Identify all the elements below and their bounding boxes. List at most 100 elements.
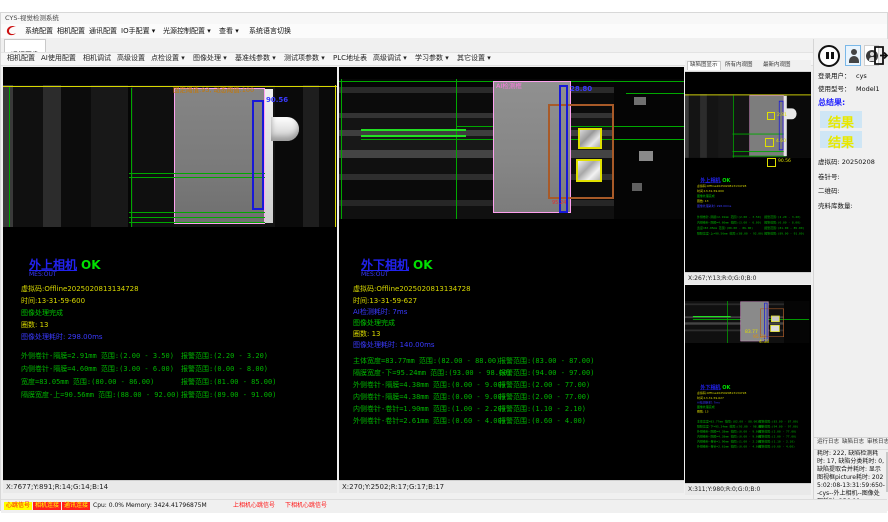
measure-line — [129, 173, 269, 174]
tool-camera-config[interactable]: 相机配置 — [7, 55, 35, 62]
log-tab-run[interactable]: 运行日志 — [817, 440, 839, 446]
roi-yellow-rect — [770, 325, 779, 332]
texture-strip — [133, 85, 174, 227]
app-logo-icon — [5, 25, 19, 37]
left-camera-image[interactable]: 固定阈值:93, 动态阈值:100 90.56 — [3, 85, 337, 227]
alarm-range: 报警范围:(94.00 - 97.00) — [499, 370, 594, 377]
guide-line-vertical — [733, 95, 734, 158]
alarm-range: 报警范围:(1.10 - 2.10) — [499, 406, 586, 413]
right-camera-image[interactable]: AI检测框 28.80 95.24 — [339, 79, 684, 219]
status-ok: OK — [81, 259, 101, 271]
mini-bottom-panel[interactable]: 83.77 95.24 4.38 外下相机 OK 虚拟码:Offline2025… — [685, 285, 811, 483]
roi-blue-rect — [559, 85, 568, 213]
menu-camera-config[interactable]: 相机配置 — [57, 28, 85, 35]
login-user-label: 登录用户： — [818, 73, 851, 80]
tool-ai-config[interactable]: AI使用配置 — [41, 55, 76, 62]
done-line: 图像处理完成 — [353, 320, 395, 327]
tab-run-image[interactable]: 运行图像 — [4, 39, 46, 52]
measure-line — [129, 177, 269, 178]
menu-light-config[interactable]: 光源控制配置 ▾ — [163, 28, 211, 35]
defect-label: 4.60 — [776, 140, 786, 145]
screen: CYS-视觉检测系统 系统配置 相机配置 通讯配置 IO手配置 ▾ 光源控制配置… — [0, 0, 888, 522]
metal-blob — [632, 183, 642, 191]
tool-test-params[interactable]: 测试项参数 ▾ — [284, 55, 325, 62]
tab-latest-inner-images[interactable]: 最新内观图 — [763, 63, 791, 69]
menu-io-config[interactable]: IO手配置 ▾ — [121, 28, 155, 35]
menu-system-config[interactable]: 系统配置 — [25, 28, 53, 35]
baseline-yellow-right — [335, 85, 336, 227]
tool-learn-params[interactable]: 学习参数 ▾ — [415, 55, 449, 62]
metal-blob — [639, 151, 653, 161]
tab-all-inner-images[interactable]: 所有内观图 — [725, 63, 753, 69]
defect-label: 4.38 — [759, 341, 769, 346]
menu-comm-config[interactable]: 通讯配置 — [89, 28, 117, 35]
mini-top-panel[interactable]: 2.91 4.60 90.56 外上相机 OK 虚拟码:Offline20250… — [685, 72, 811, 272]
guide-line-vertical — [9, 87, 10, 227]
defect-box — [767, 112, 775, 120]
exit-button[interactable] — [873, 45, 888, 66]
tool-camera-debug[interactable]: 相机调试 — [83, 55, 111, 62]
defect-label: 2.91 — [777, 114, 787, 119]
defect-box — [765, 138, 774, 147]
pixel-coords: X:270;Y:2502;R:17;G:17;B:17 — [342, 483, 444, 491]
measurement-row: 宽度=83.05mm 范围:(80.00 - 86.00) — [21, 379, 154, 386]
menu-view[interactable]: 查看 ▾ — [219, 28, 239, 35]
tool-baseline-params[interactable]: 基准线参数 ▾ — [235, 55, 276, 62]
connector-tab — [271, 117, 299, 141]
tool-spot-check[interactable]: 点检设置 ▾ — [151, 55, 185, 62]
window-title: CYS-视觉检测系统 — [5, 15, 59, 22]
ai-frame-label: AI检测框 — [496, 83, 522, 90]
measurement-row: 外侧卷针-隔膜=2.91mm 范围:(2.00 - 3.50) — [21, 353, 174, 360]
guide-line-vertical — [727, 301, 728, 343]
measurement-row: 内侧卷针-隔膜=4.38mm 范围:(0.00 - 9.00) — [353, 394, 506, 401]
measure-line — [129, 217, 271, 218]
lower-camera-heartbeat: 下相机心跳信号 — [285, 503, 327, 509]
tool-advanced-debug[interactable]: 高级调试 ▾ — [373, 55, 407, 62]
exit-door-icon — [873, 45, 888, 66]
baseline-green-right — [626, 93, 684, 94]
mini-bottom-coord-bar: X:311;Y:980;R:0;G:0;B:0 — [685, 483, 811, 495]
texture-strip — [43, 85, 61, 227]
texture-band — [339, 200, 614, 206]
time-line: 时间:13-31-59-600 — [21, 298, 85, 305]
texture-strip — [303, 85, 319, 227]
app-window: CYS-视觉检测系统 系统配置 相机配置 通讯配置 IO手配置 ▾ 光源控制配置… — [0, 12, 888, 511]
pause-button[interactable] — [818, 45, 840, 67]
tab-defect-image[interactable]: 缺陷图显示 — [687, 61, 721, 70]
needle-field: 卷针号: — [818, 174, 840, 181]
result-box-upper: 结果 — [820, 111, 862, 128]
menu-language-switch[interactable]: 系统语言切换 — [249, 28, 291, 35]
measure-line — [733, 156, 787, 157]
log-tab-audit[interactable]: 审核日志 — [867, 440, 888, 446]
tool-plc-address[interactable]: PLC地址表 — [333, 55, 367, 62]
left-camera-panel: 固定阈值:93, 动态阈值:100 90.56 外上相机 OK MES:OUT … — [3, 67, 337, 480]
pixel-coords: X:7677;Y:891;R:14;G:14;B:14 — [6, 483, 108, 491]
red-value-label: 95.24 — [552, 201, 566, 206]
alarm-range: 报警范围:(0.00 - 8.00) — [181, 366, 268, 373]
roi-yellow-rect — [578, 128, 602, 149]
measurement-row: 外侧卷针-隔膜=4.38mm 范围:(0.00 - 9.00) — [353, 382, 506, 389]
vcode-field: 虚拟码: 20250208 — [818, 159, 875, 166]
texture-strip — [700, 94, 707, 158]
tool-image-process[interactable]: 图像处理 ▾ — [193, 55, 227, 62]
comm-link-badge: 通讯连接 — [62, 502, 90, 510]
total-result-label: 总结果: — [818, 99, 845, 107]
bright-edge-strip — [784, 96, 787, 156]
texture-strip — [13, 85, 43, 227]
measure-value-label: 90.56 — [266, 97, 288, 104]
texture-strip — [718, 94, 734, 158]
tool-advanced-settings[interactable]: 高级设置 — [117, 55, 145, 62]
log-tab-row: 运行日志 缺陷日志 审核日志 — [814, 437, 888, 450]
alarm-range: 报警范围:(89.00 - 91.00) — [181, 392, 276, 399]
metal-blob — [634, 97, 646, 105]
measure-line — [733, 134, 786, 135]
measure-line — [129, 212, 271, 213]
texture-strip — [685, 94, 689, 158]
texture-band — [685, 303, 784, 305]
tool-other-settings[interactable]: 其它设置 ▾ — [457, 55, 491, 62]
alarm-range: 报警范围:(83.00 - 87.00) — [499, 358, 594, 365]
user-login-button[interactable] — [845, 45, 861, 66]
log-tab-defect[interactable]: 缺陷日志 — [842, 440, 864, 446]
mini-top-coord-bar: X:267;Y:13;R:0;G:0;B:0 — [685, 272, 811, 284]
cpu-memory-text: Cpu: 0.0% Memory: 3424.41796875M — [93, 503, 207, 509]
